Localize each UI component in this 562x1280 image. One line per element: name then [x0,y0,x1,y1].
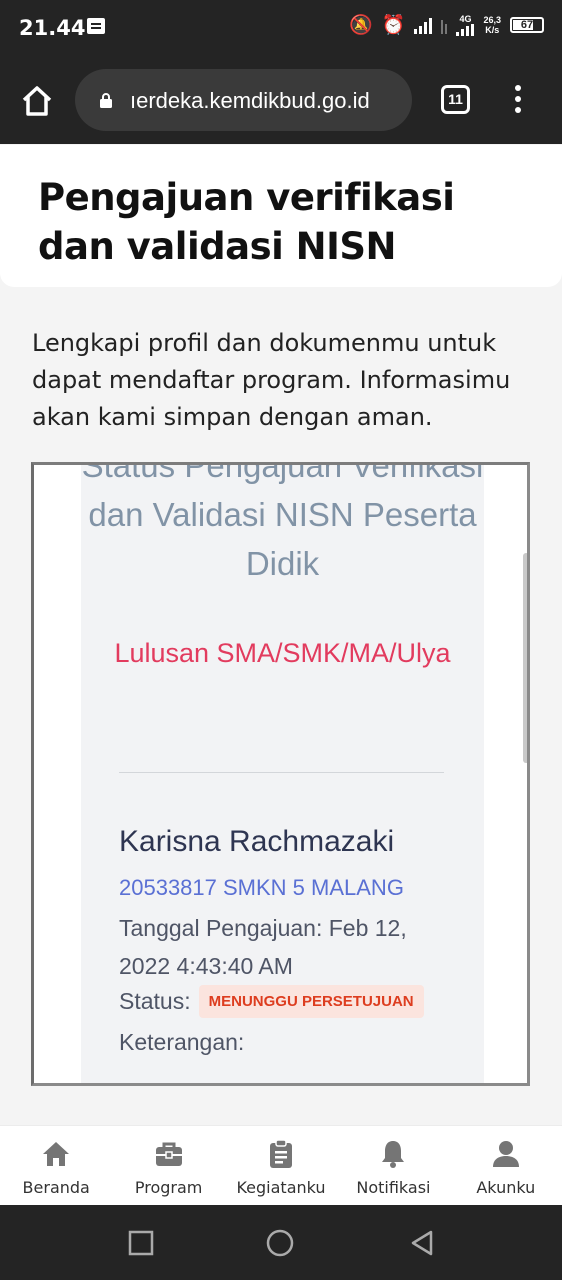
back-icon[interactable] [408,1229,436,1257]
mute-bell-icon: 🔕 [349,14,373,36]
nav-label: Kegiatanku [236,1178,326,1197]
tab-switcher-button[interactable]: 11 [441,85,470,114]
nav-item-akunku[interactable]: Akunku [450,1126,562,1205]
divider [119,772,444,773]
battery-icon: 67 [510,17,544,33]
nav-item-notifikasi[interactable]: Notifikasi [337,1126,449,1205]
bottom-navigation: Beranda Program Kegiatanku Notifikasi Ak… [0,1125,562,1205]
home-circle-icon[interactable] [266,1229,294,1257]
status-card: Status Pengajuan Verifikasi dan Validasi… [81,462,484,1083]
status-icons: 🔕 ⏰ 4G 26,3 K/s 67 [349,14,544,36]
more-options-icon[interactable] [512,85,524,115]
network-speed: 26,3 K/s [483,15,501,35]
status-frame[interactable]: Status Pengajuan Verifikasi dan Validasi… [31,462,530,1086]
submission-date: Tanggal Pengajuan: Feb 12, 2022 4:43:40 … [119,915,407,979]
address-bar[interactable]: ıerdeka.kemdikbud.go.id [75,69,412,131]
browser-toolbar: ıerdeka.kemdikbud.go.id 11 [0,58,562,144]
intro-text: Lengkapi profil dan dokumenmu untuk dapa… [32,329,511,431]
home-icon[interactable] [20,84,54,118]
signal-strength-icon [414,16,433,34]
status-badge: MENUNGGU PERSETUJUAN [198,985,424,1018]
student-id-school[interactable]: 20533817 SMKN 5 MALANG [119,875,404,901]
nav-item-beranda[interactable]: Beranda [0,1126,112,1205]
speed-value: 26,3 [483,15,501,25]
nav-label: Program [134,1178,203,1197]
recent-apps-icon[interactable] [127,1229,155,1257]
network-type: 4G [456,14,475,36]
network-type-label: 4G [459,14,472,24]
note-label: Keterangan: [119,1029,245,1055]
page-title: Pengajuan verifikasi dan validasi NISN [38,176,455,268]
data-transfer-icon [441,16,448,34]
home-icon [43,1142,70,1166]
lock-icon [100,93,112,108]
user-icon [492,1141,519,1167]
bell-icon [382,1141,405,1168]
clock: 21.44 [19,16,86,40]
system-navigation-bar [0,1205,562,1280]
student-name: Karisna Rachmazaki [119,825,395,858]
alarm-icon: ⏰ [381,14,406,36]
status-bar: 21.44 🔕 ⏰ 4G 26,3 K/s 67 [0,0,562,58]
nav-label: Akunku [476,1178,536,1197]
nav-item-program[interactable]: Program [112,1126,224,1205]
status-label: Status: [119,988,191,1014]
status-row: Status: MENUNGGU PERSETUJUAN [119,985,424,1018]
briefcase-icon [155,1142,182,1166]
signal-strength-icon-2 [456,24,475,36]
clipboard-icon [270,1139,293,1168]
nav-label: Notifikasi [356,1178,431,1197]
nav-item-kegiatanku[interactable]: Kegiatanku [225,1126,337,1205]
battery-level: 67 [520,19,534,31]
status-subheading: Lulusan SMA/SMK/MA/Ulya [114,638,451,668]
nav-label: Beranda [22,1178,90,1197]
url-text: ıerdeka.kemdikbud.go.id [130,88,370,113]
header-card: Pengajuan verifikasi dan validasi NISN [0,145,562,287]
frame-scrollbar[interactable] [523,553,527,763]
message-notification-icon [87,18,105,34]
speed-unit: K/s [485,25,500,35]
status-heading: Status Pengajuan Verifikasi dan Validasi… [81,462,484,582]
